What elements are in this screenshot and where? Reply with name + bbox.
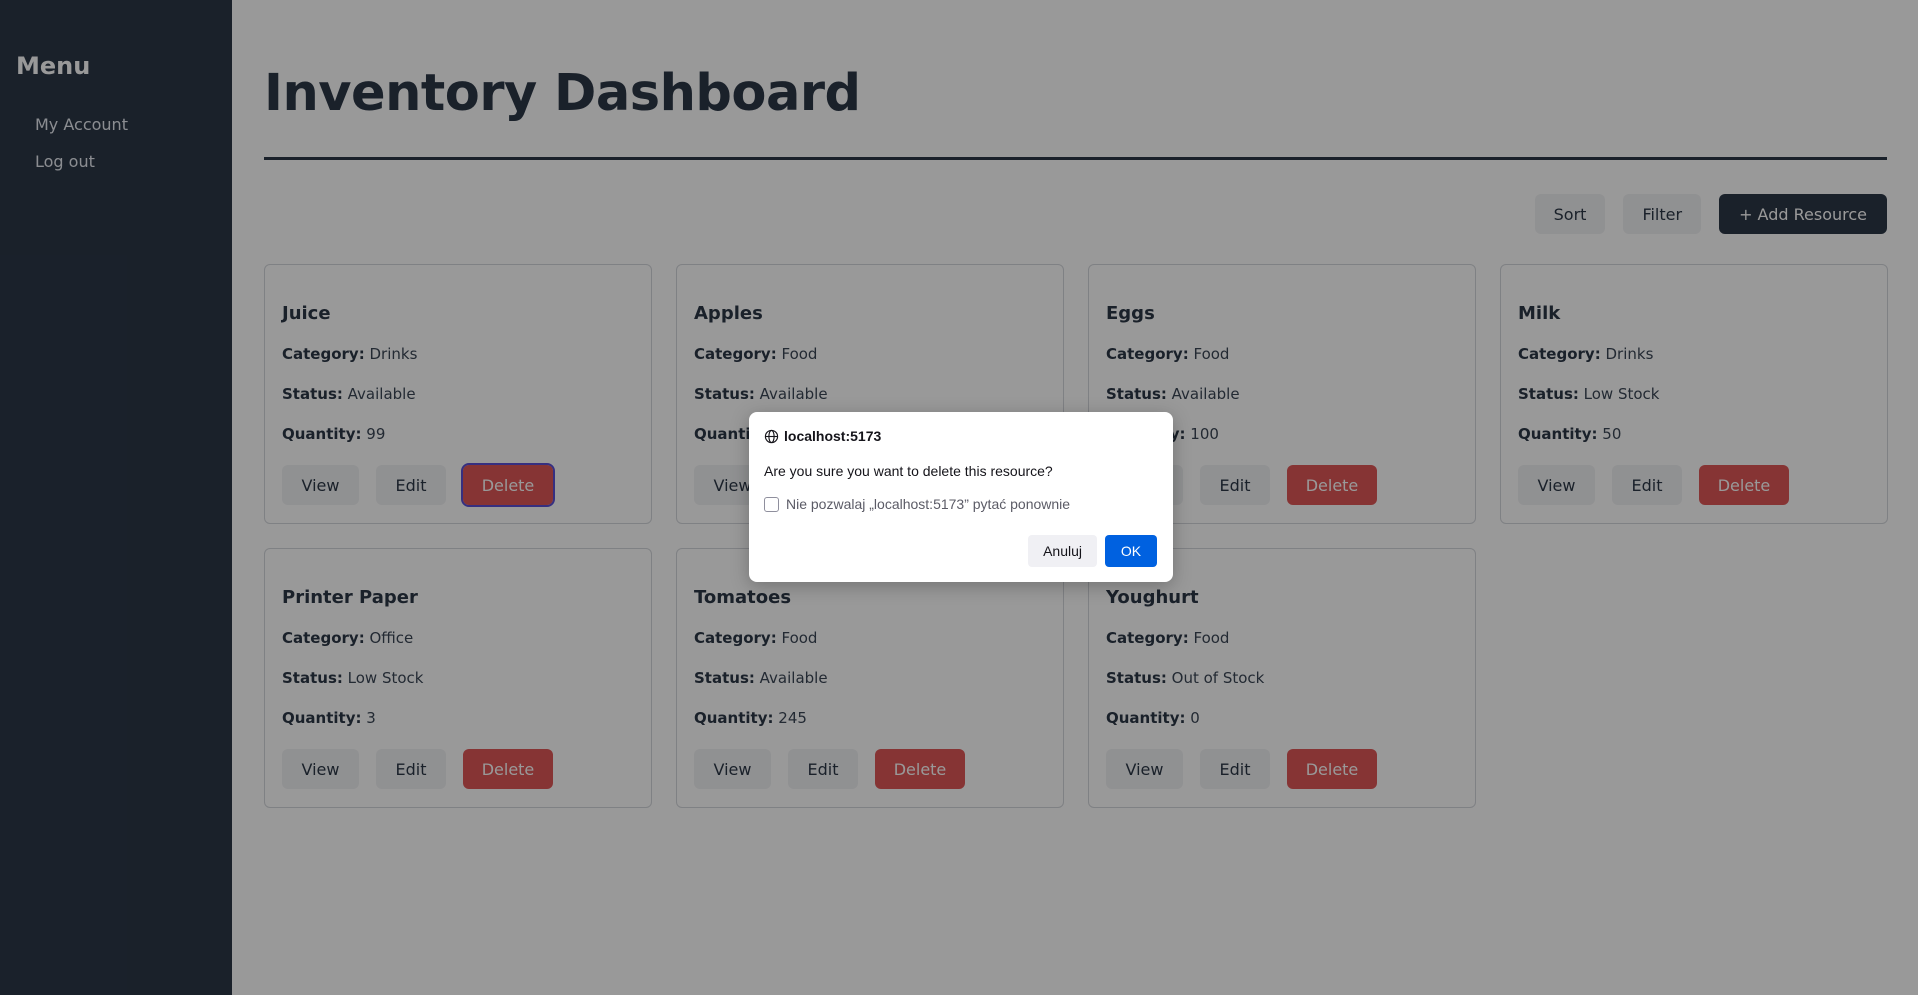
dialog-origin-text: localhost:5173 — [784, 428, 882, 444]
suppress-checkbox[interactable] — [764, 496, 779, 512]
confirm-dialog: localhost:5173 Are you sure you want to … — [749, 412, 1173, 582]
dialog-message: Are you sure you want to delete this res… — [764, 463, 1053, 479]
globe-icon — [764, 429, 779, 443]
cancel-button[interactable]: Anuluj — [1028, 535, 1097, 567]
ok-button[interactable]: OK — [1105, 535, 1157, 567]
dialog-suppress-option: Nie pozwalaj „localhost:5173” pytać pono… — [764, 496, 1158, 512]
dialog-origin: localhost:5173 — [764, 428, 1158, 444]
suppress-checkbox-label[interactable]: Nie pozwalaj „localhost:5173” pytać pono… — [786, 496, 1070, 512]
dialog-buttons: Anuluj OK — [1028, 535, 1157, 567]
